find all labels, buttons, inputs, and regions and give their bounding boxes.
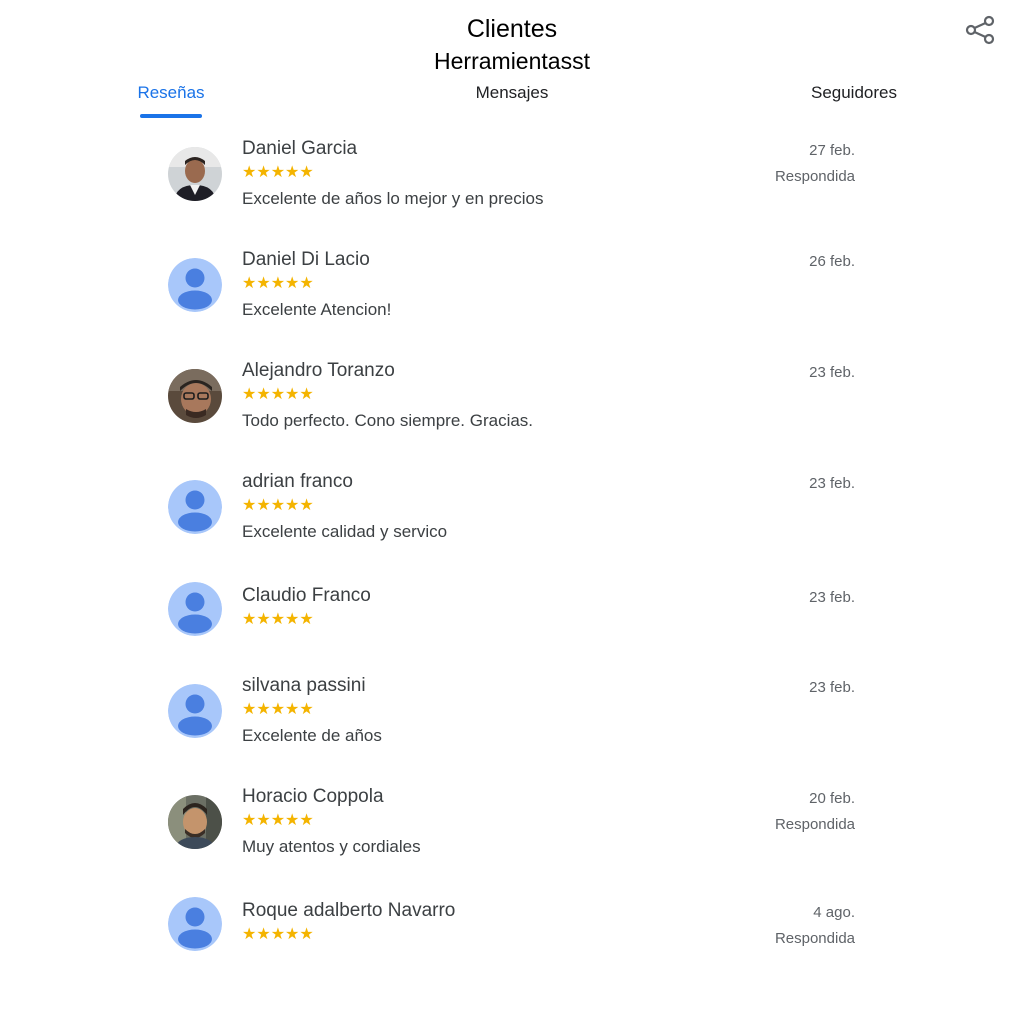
tab-seguidores[interactable]: Seguidores xyxy=(798,82,910,104)
reviewer-name: adrian franco xyxy=(242,471,353,492)
default-user-icon xyxy=(168,480,222,534)
reply-status: Respondida xyxy=(774,816,855,833)
review-date: 23 feb. xyxy=(809,475,855,492)
reviewer-name: Daniel Di Lacio xyxy=(242,249,370,270)
review-item[interactable]: Alejandro Toranzo ★★★★★ Todo perfecto. C… xyxy=(160,359,860,449)
reviewer-name: silvana passini xyxy=(242,675,366,696)
review-date: 23 feb. xyxy=(809,679,855,696)
tab-mensajes[interactable]: Mensajes xyxy=(462,82,562,104)
default-user-icon xyxy=(168,684,222,738)
star-rating: ★★★★★ xyxy=(242,701,314,718)
reviewer-name: Claudio Franco xyxy=(242,585,371,606)
reviewer-name: Horacio Coppola xyxy=(242,786,384,807)
review-text: Todo perfecto. Cono siempre. Gracias. xyxy=(242,411,534,430)
tab-resenas[interactable]: Reseñas xyxy=(124,82,218,104)
avatar xyxy=(168,147,222,201)
star-rating: ★★★★★ xyxy=(242,926,314,943)
reply-status: Respondida xyxy=(774,930,855,947)
default-user-icon xyxy=(168,258,222,312)
star-rating: ★★★★★ xyxy=(242,611,314,628)
user-photo-icon xyxy=(168,147,222,201)
user-photo-icon xyxy=(168,795,222,849)
reply-status: Respondida xyxy=(774,168,855,185)
page-title: Clientes xyxy=(466,15,558,43)
default-user-icon xyxy=(168,582,222,636)
star-rating: ★★★★★ xyxy=(242,164,314,181)
reviewer-name: Daniel Garcia xyxy=(242,138,358,159)
share-button[interactable] xyxy=(962,12,998,48)
review-date: 20 feb. xyxy=(809,790,855,807)
avatar xyxy=(168,258,222,312)
avatar xyxy=(168,480,222,534)
active-tab-indicator xyxy=(140,114,202,118)
review-item[interactable]: Daniel Di Lacio ★★★★★ Excelente Atencion… xyxy=(160,248,860,338)
star-rating: ★★★★★ xyxy=(242,497,314,514)
star-rating: ★★★★★ xyxy=(242,812,314,829)
review-item[interactable]: Roque adalberto Navarro ★★★★★ 4 ago. Res… xyxy=(160,897,860,969)
app-header: Clientes Herramientasst Reseñas Mensajes… xyxy=(0,0,1024,120)
avatar xyxy=(168,684,222,738)
review-item[interactable]: Daniel Garcia ★★★★★ Excelente de años lo… xyxy=(160,137,860,227)
review-date: 23 feb. xyxy=(809,589,855,606)
star-rating: ★★★★★ xyxy=(242,386,314,403)
avatar xyxy=(168,897,222,951)
review-text: Excelente calidad y servico xyxy=(242,522,448,541)
review-date: 23 feb. xyxy=(809,364,855,381)
review-item[interactable]: Claudio Franco ★★★★★ 23 feb. xyxy=(160,582,860,654)
review-date: 26 feb. xyxy=(809,253,855,270)
review-text: Excelente de años lo mejor y en precios xyxy=(242,189,544,208)
user-photo-icon xyxy=(168,369,222,423)
review-date: 4 ago. xyxy=(813,904,855,921)
review-item[interactable]: silvana passini ★★★★★ Excelente de años … xyxy=(160,674,860,764)
default-user-icon xyxy=(168,897,222,951)
review-text: Excelente Atencion! xyxy=(242,300,392,319)
reviewer-name: Roque adalberto Navarro xyxy=(242,900,456,921)
business-name: Herramientasst xyxy=(434,48,590,74)
review-item[interactable]: Horacio Coppola ★★★★★ Muy atentos y cord… xyxy=(160,785,860,875)
avatar xyxy=(168,582,222,636)
review-date: 27 feb. xyxy=(809,142,855,159)
star-rating: ★★★★★ xyxy=(242,275,314,292)
reviewer-name: Alejandro Toranzo xyxy=(242,360,395,381)
avatar xyxy=(168,369,222,423)
review-item[interactable]: adrian franco ★★★★★ Excelente calidad y … xyxy=(160,470,860,560)
review-text: Excelente de años xyxy=(242,726,382,745)
review-text: Muy atentos y cordiales xyxy=(242,837,421,856)
share-icon xyxy=(965,15,995,45)
avatar xyxy=(168,795,222,849)
